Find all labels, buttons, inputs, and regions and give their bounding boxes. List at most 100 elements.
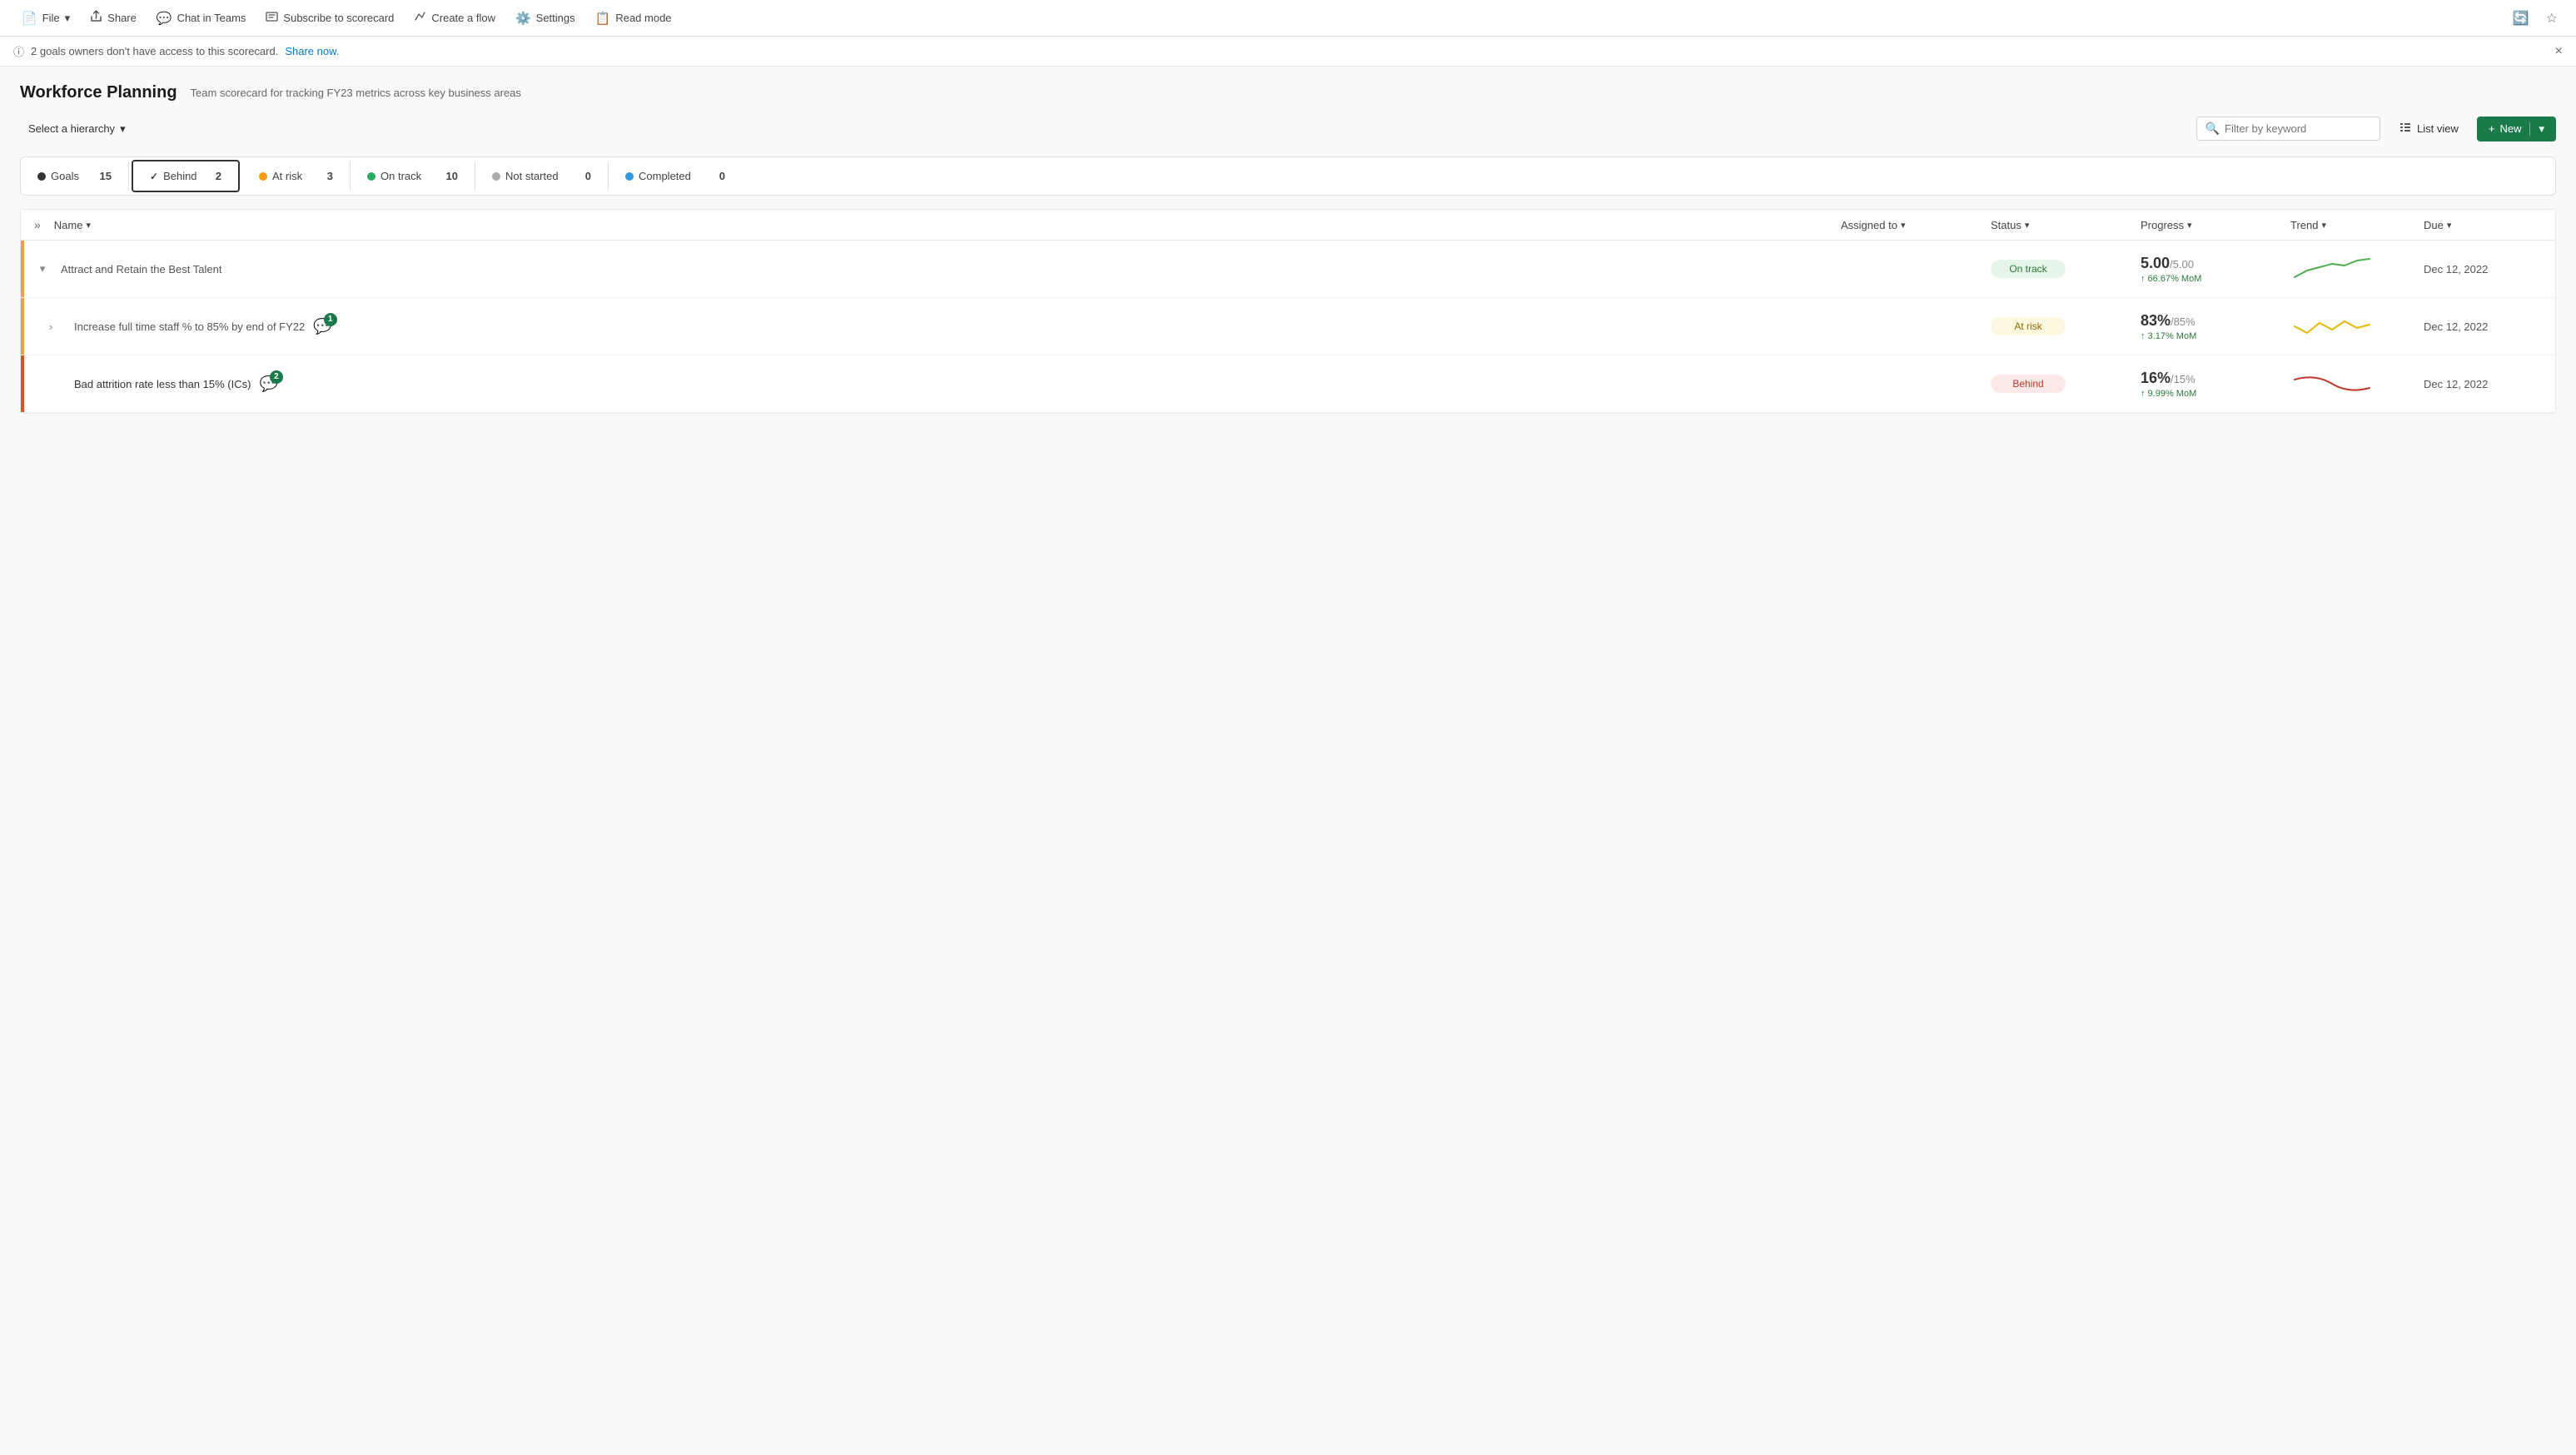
toolbar-chat-in-teams[interactable]: 💬 Chat in Teams [148,6,255,31]
expand-all-icon[interactable]: » [27,218,47,231]
row-goal-name: Bad attrition rate less than 15% (ICs) 💬… [57,375,1841,393]
hierarchy-chevron-icon: ▾ [120,122,126,136]
col-header-trend[interactable]: Trend ▾ [2290,219,2424,231]
row-progress: 83%/85% ↑ 3.17% MoM [2141,312,2290,341]
toolbar-right-icons: 🔄 ☆ [2508,5,2563,32]
progress-value: 83% [2141,312,2171,329]
assigned-sort-icon: ▾ [1901,220,1906,231]
page-title: Workforce Planning [20,83,177,102]
info-close-button[interactable]: × [2555,44,2563,59]
table-row[interactable]: Bad attrition rate less than 15% (ICs) 💬… [21,355,2555,413]
filter-tab-not-started[interactable]: Not started 0 [475,161,609,191]
col-header-due[interactable]: Due ▾ [2424,219,2549,231]
table-row[interactable]: ▾ Attract and Retain the Best Talent On … [21,241,2555,298]
filter-not-started-label: Not started [505,170,559,182]
progress-value: 5.00 [2141,255,2170,271]
row-status-bar [21,355,24,412]
progress-mom: ↑ 66.67% MoM [2141,274,2290,284]
page-header: Workforce Planning Team scorecard for tr… [20,83,2556,102]
toolbar: 📄 File ▾ Share 💬 Chat in Teams Subscribe… [0,0,2576,37]
filter-not-started-count: 0 [585,170,591,182]
row-expand-button[interactable]: ▾ [27,262,57,276]
controls-right: 🔍 List view + New [2196,116,2556,142]
new-plus-icon: + [2489,122,2495,135]
row-due: Dec 12, 2022 [2424,320,2549,333]
file-icon: 📄 [22,11,37,26]
info-message: 2 goals owners don't have access to this… [31,45,278,57]
filter-tab-completed[interactable]: Completed 0 [609,161,742,191]
progress-mom: ↑ 3.17% MoM [2141,331,2290,341]
row-status: At risk [1991,317,2141,335]
list-view-label: List view [2417,122,2459,135]
behind-check-icon: ✓ [150,171,158,182]
status-badge: At risk [1991,317,2066,335]
main-content: Workforce Planning Team scorecard for tr… [0,67,2576,1455]
col-header-name[interactable]: Name ▾ [47,219,1841,231]
refresh-icon[interactable]: 🔄 [2508,5,2534,32]
filter-at-risk-label: At risk [272,170,302,182]
filter-on-track-count: 10 [446,170,458,182]
row-goal-name: Increase full time staff % to 85% by end… [57,318,1841,335]
toolbar-create-flow[interactable]: Create a flow [405,5,504,31]
row-progress: 16%/15% ↑ 9.99% MoM [2141,370,2290,399]
subscribe-icon [266,10,278,26]
toolbar-subscribe[interactable]: Subscribe to scorecard [257,5,402,31]
filter-goals-label: Goals [51,170,79,182]
chat-teams-icon: 💬 [157,11,172,26]
row-goal-name: Attract and Retain the Best Talent [57,263,1841,276]
search-input[interactable] [2225,122,2371,135]
chevron-down-icon: ▾ [40,262,46,276]
star-icon[interactable]: ☆ [2541,5,2563,32]
page-subtitle: Team scorecard for tracking FY23 metrics… [191,87,521,99]
progress-target: /85% [2171,315,2196,328]
row-status: Behind [1991,375,2141,393]
toolbar-file[interactable]: 📄 File ▾ [13,6,78,31]
list-view-icon [2399,121,2412,137]
row-trend [2290,367,2424,400]
row-due: Dec 12, 2022 [2424,378,2549,390]
progress-mom: ↑ 9.99% MoM [2141,389,2290,399]
row-status-bar [21,241,24,297]
filter-tab-goals[interactable]: Goals 15 [21,161,129,191]
progress-target: /15% [2171,373,2196,385]
goals-dot-icon [37,172,46,181]
table-row[interactable]: › Increase full time staff % to 85% by e… [21,298,2555,355]
row-progress: 5.00/5.00 ↑ 66.67% MoM [2141,255,2290,284]
progress-sort-icon: ▾ [2187,220,2192,231]
due-sort-icon: ▾ [2447,220,2452,231]
toolbar-settings[interactable]: ⚙️ Settings [507,6,584,31]
status-badge: Behind [1991,375,2066,393]
row-status: On track [1991,260,2141,278]
row-expand-button[interactable]: › [27,320,57,333]
col-header-assigned[interactable]: Assigned to ▾ [1841,219,1991,231]
col-header-status[interactable]: Status ▾ [1991,219,2141,231]
toolbar-read-mode[interactable]: 📋 Read mode [587,6,680,31]
filter-tab-behind[interactable]: ✓ Behind 2 [132,160,240,192]
info-share-link[interactable]: Share now. [285,45,339,57]
name-sort-icon: ▾ [86,220,91,231]
filter-behind-count: 2 [216,170,221,182]
comment-badge[interactable]: 💬 1 [313,318,331,335]
new-label: New [2499,122,2521,135]
list-view-button[interactable]: List view [2390,116,2467,142]
share-icon [90,10,102,26]
filter-tab-at-risk[interactable]: At risk 3 [242,161,351,191]
toolbar-share[interactable]: Share [82,5,145,31]
not-started-dot-icon [492,172,500,181]
trend-sort-icon: ▾ [2321,220,2326,231]
row-trend [2290,252,2424,286]
new-button[interactable]: + New ▾ [2477,117,2556,142]
col-header-progress[interactable]: Progress ▾ [2141,219,2290,231]
comment-badge[interactable]: 💬 2 [259,375,277,393]
hierarchy-selector[interactable]: Select a hierarchy ▾ [20,117,134,141]
progress-value: 16% [2141,370,2171,386]
status-badge: On track [1991,260,2066,278]
new-btn-divider [2529,122,2530,136]
create-flow-icon [414,10,426,26]
filter-on-track-label: On track [380,170,421,182]
status-sort-icon: ▾ [2025,220,2030,231]
filter-tab-on-track[interactable]: On track 10 [351,161,475,191]
file-chevron-icon: ▾ [65,12,71,25]
search-box[interactable]: 🔍 [2196,117,2380,141]
row-due: Dec 12, 2022 [2424,263,2549,276]
